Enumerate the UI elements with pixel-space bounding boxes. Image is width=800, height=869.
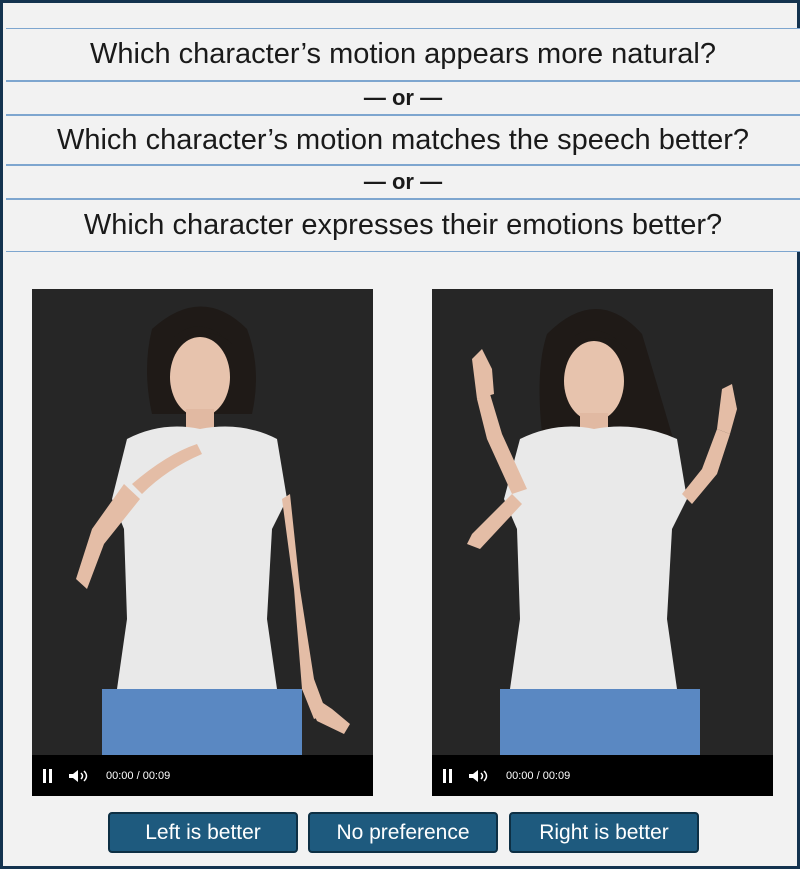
left-is-better-button[interactable]: Left is better (108, 812, 298, 853)
video-player-left[interactable]: 00:00 / 00:09 (32, 289, 373, 796)
video-controls-left: 00:00 / 00:09 (32, 755, 373, 796)
right-is-better-button[interactable]: Right is better (509, 812, 699, 853)
question-naturalness: Which character’s motion appears more na… (6, 28, 800, 81)
pause-icon[interactable] (442, 768, 454, 783)
video-timecode: 00:00 / 00:09 (506, 769, 571, 782)
pause-icon[interactable] (42, 768, 54, 783)
character-right-frame (432, 289, 773, 755)
volume-icon[interactable] (68, 769, 90, 783)
volume-icon[interactable] (468, 769, 490, 783)
no-preference-button[interactable]: No preference (308, 812, 498, 853)
or-separator-2: — or — (6, 165, 800, 199)
survey-frame: Which character’s motion appears more na… (0, 0, 800, 869)
or-separator-1: — or — (6, 81, 800, 115)
question-emotion: Which character expresses their emotions… (6, 199, 800, 252)
video-controls-right: 00:00 / 00:09 (432, 755, 773, 796)
character-left-frame (32, 289, 373, 755)
video-player-right[interactable]: 00:00 / 00:09 (432, 289, 773, 796)
video-timecode: 00:00 / 00:09 (106, 769, 171, 782)
question-speech-match: Which character’s motion matches the spe… (6, 115, 800, 165)
